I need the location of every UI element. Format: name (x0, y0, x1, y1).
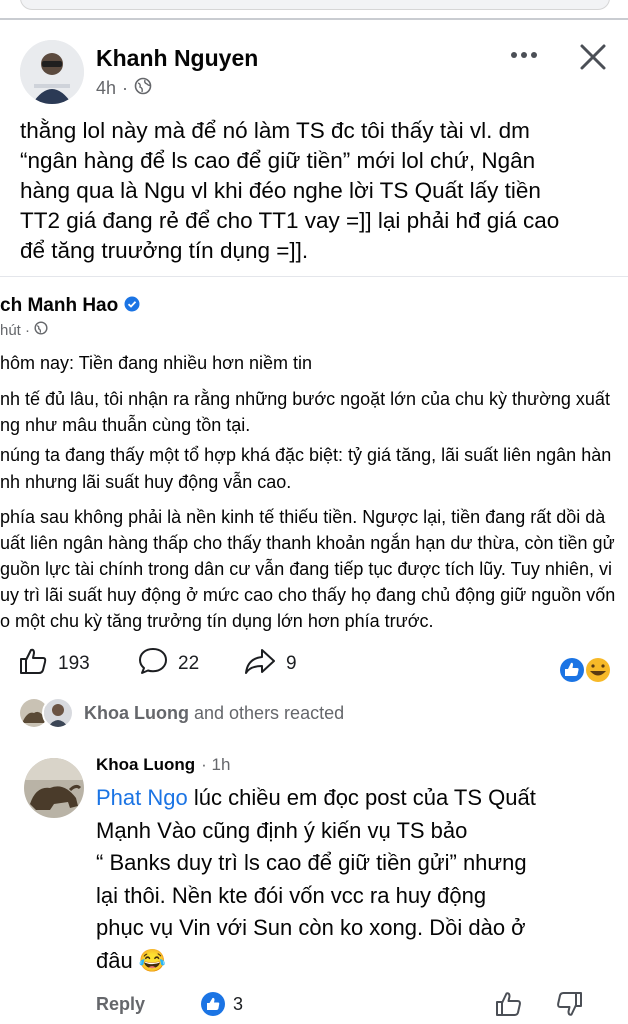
post-text-line: TT2 giá đang rẻ để cho TT1 vay =]] lại p… (20, 208, 560, 233)
reacted-row[interactable]: Khoa Luong and others reacted (18, 697, 344, 729)
reactor-name[interactable]: Khoa Luong (84, 703, 189, 723)
shared-author-row: ch Manh Hao (0, 295, 140, 317)
comment-last-word: đâu (96, 947, 133, 973)
comment-line: đâu 😂 (96, 945, 536, 978)
reply-button[interactable]: Reply (96, 994, 145, 1015)
like-action[interactable]: 193 (18, 647, 90, 681)
commenter-name[interactable]: Khoa Luong (96, 755, 195, 775)
reaction-summary[interactable] (556, 654, 616, 686)
laughing-emoji: 😂 (138, 947, 167, 973)
shared-author-name: ch Manh Hao (0, 295, 119, 316)
post-text-line: hàng qua là Ngu vl khi đéo nghe lời TS Q… (20, 178, 541, 203)
post-text-line: để tăng truưởng tín dụng =]]. (20, 238, 309, 263)
top-previous-card (0, 0, 628, 18)
meta-dot: · (122, 78, 129, 98)
shared-text-line: núng ta đang thấy một tổ hợp khá đặc biệ… (0, 445, 612, 465)
comment-like-count: 3 (233, 993, 244, 1014)
shared-text-line: ng như mâu thuẫn cùng tồn tại. (0, 415, 251, 435)
shared-meta: hút · (0, 321, 48, 339)
more-horizontal-icon[interactable] (506, 40, 542, 70)
shared-text-line: guồn lực tài chính trong dân cư vẫn đang… (0, 559, 612, 579)
share-count: 9 (286, 653, 297, 674)
comment-line: phục vụ Vin với Sun còn ko xong. Dồi dào… (96, 915, 526, 940)
shared-time: hút · (0, 321, 31, 339)
comment-count: 22 (178, 653, 200, 674)
post-author-name[interactable]: Khanh Nguyen (96, 45, 258, 72)
comment-line-rest: lúc chiều em đọc post của TS Quất (187, 785, 536, 810)
comment-line: Phat Ngo lúc chiều em đọc post của TS Qu… (96, 782, 536, 815)
section-divider (0, 18, 628, 20)
mention-link[interactable]: Phat Ngo (96, 785, 188, 810)
thumbs-up-icon[interactable] (494, 990, 522, 1018)
post-text: thằng lol này mà để nó làm TS đc tôi thấ… (20, 116, 616, 266)
comment-bubble-icon (138, 647, 168, 681)
like-reaction-icon (201, 992, 226, 1016)
previous-input-box (20, 0, 610, 10)
thumbs-down-icon[interactable] (556, 990, 584, 1018)
comment-line: “ Banks duy trì ls cao để giữ tiền gửi” … (96, 850, 527, 875)
shared-text-line: uất liên ngân hàng thấp cho thấy thanh k… (0, 533, 615, 553)
author-avatar[interactable] (20, 40, 84, 104)
shared-text-line: nh nhưng lãi suất huy động vẫn cao. (0, 472, 292, 492)
comment-time: · 1h (201, 755, 231, 774)
comment-text: Phat Ngo lúc chiều em đọc post của TS Qu… (96, 782, 536, 977)
reacted-text: Khoa Luong and others reacted (84, 703, 344, 724)
close-icon[interactable] (576, 40, 610, 74)
thumbs-up-icon (18, 647, 48, 681)
share-arrow-icon (244, 647, 276, 681)
post-meta: 4h · (96, 77, 152, 100)
shared-text-line: phía sau không phải là nền kinh tế thiếu… (0, 507, 606, 527)
like-count: 193 (58, 653, 90, 674)
shared-text-line: o một chu kỳ tăng trưởng tín dụng lớn hơ… (0, 611, 434, 631)
shared-text-line: hôm nay: Tiền đang nhiều hơn niềm tin (0, 353, 313, 373)
comment-line: Mạnh Vào cũng định ý kiến vụ TS bảo (96, 817, 468, 843)
comment-line: lại thôi. Nền kte đói vốn vcc ra huy độn… (96, 882, 487, 908)
reactor-avatar (42, 697, 74, 729)
shared-text-line: nh tế đủ lâu, tôi nhận ra rằng những bướ… (0, 389, 610, 409)
post-text-line: thằng lol này mà để nó làm TS đc tôi thấ… (20, 118, 530, 143)
shared-text-line: uy trì lãi suất huy động ở mức cao cho t… (0, 585, 616, 605)
share-action[interactable]: 9 (244, 647, 297, 681)
shared-post-image[interactable]: ch Manh Hao hút · hôm nay: Tiền đang nhi… (0, 276, 628, 639)
post-text-line: “ngân hàng để ls cao để giữ tiền” mới lo… (20, 148, 536, 173)
reacted-suffix: and others reacted (194, 702, 345, 723)
commenter-avatar[interactable] (24, 758, 84, 818)
globe-icon (134, 77, 152, 100)
comment-actions: Reply 3 (96, 992, 243, 1016)
comment-header: Khoa Luong · 1h (96, 755, 230, 775)
post-time[interactable]: 4h (96, 78, 116, 99)
comment-action[interactable]: 22 (138, 647, 200, 681)
globe-icon (34, 321, 48, 339)
verified-badge-icon (124, 295, 140, 316)
